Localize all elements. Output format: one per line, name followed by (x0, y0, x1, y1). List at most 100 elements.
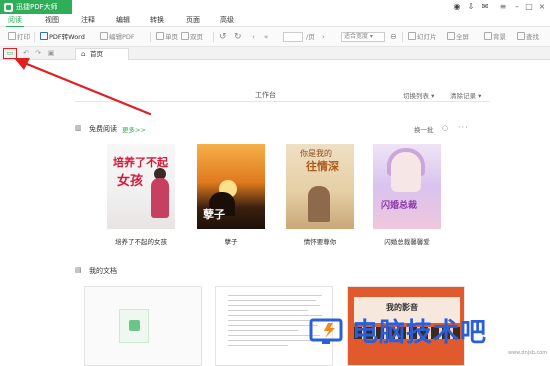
divider (150, 32, 151, 42)
menu-advanced[interactable]: 高级 (217, 14, 237, 27)
menu-annotate[interactable]: 注释 (78, 14, 98, 27)
menu-edit[interactable]: 编辑 (113, 14, 133, 27)
title-bar: 迅捷PDF大师 ◉ ⇩ ✉ ≡ – □ × (0, 0, 550, 14)
menu-page[interactable]: 页面 (183, 14, 203, 27)
toolbar: 打印 PDF转Word 编辑PDF 单页 双页 ↺ ↻ ‹ « /页 › 适合宽… (0, 27, 550, 47)
text-line (228, 325, 318, 326)
text-line (228, 345, 288, 346)
save-icon[interactable]: ▣ (46, 49, 56, 58)
close-icon[interactable]: × (535, 0, 549, 14)
book-title[interactable]: 孽子 (181, 236, 281, 246)
my-docs-title: 我的文档 (89, 267, 117, 275)
download-icon[interactable]: ⇩ (466, 2, 476, 12)
tab-strip: ▭ ↶ ↷ ▣ ⌂ 首页 (0, 47, 550, 60)
edit-pdf-button[interactable]: 编辑PDF (100, 32, 135, 42)
tab-home[interactable]: ⌂ 首页 (75, 48, 129, 60)
find-button[interactable]: 查找 (517, 32, 539, 42)
annotation-highlight-box (3, 48, 17, 59)
background-icon (484, 32, 492, 40)
document-thumbnail[interactable] (84, 286, 202, 366)
fullscreen-icon (447, 32, 455, 40)
clear-recent-button[interactable]: 清除记录 ▾ (450, 90, 481, 100)
rotate-right-icon[interactable]: ↻ (234, 32, 242, 42)
app-title: 迅捷PDF大师 (16, 3, 58, 11)
watermark-text: 电脑技术吧 (352, 318, 488, 348)
page-number-input[interactable] (283, 32, 303, 42)
cover-illustration (308, 186, 330, 222)
divider (213, 32, 214, 42)
redo-icon[interactable]: ↷ (33, 49, 43, 58)
app-logo-icon (4, 3, 13, 12)
menu-read[interactable]: 阅读 (4, 14, 26, 27)
divider (75, 101, 490, 102)
user-icon[interactable]: ◉ (452, 2, 462, 12)
page-total: /页 (306, 33, 315, 41)
cover-title: 孽子 (203, 208, 225, 221)
text-line (228, 295, 322, 296)
book-title[interactable]: 培养了不起的女孩 (91, 236, 191, 246)
book-cover[interactable]: 培养了不起 女孩 (107, 144, 175, 229)
cover-title: 女孩 (117, 174, 144, 189)
menu-bar: 阅读 视图 注释 编辑 转换 页面 高级 (0, 14, 550, 27)
find-icon (517, 32, 525, 40)
undo-icon[interactable]: ↶ (21, 49, 31, 58)
fullscreen-button[interactable]: 全屏 (447, 32, 469, 42)
double-page-icon (181, 32, 189, 40)
cover-illustration (391, 152, 421, 192)
first-page-icon[interactable]: « (264, 32, 268, 42)
rotate-left-icon[interactable]: ↺ (219, 32, 227, 42)
background-button[interactable]: 背景 (484, 32, 506, 42)
book-title[interactable]: 闪婚总裁馨馨爱 (357, 236, 457, 246)
text-line (228, 300, 316, 301)
text-line (228, 310, 308, 311)
menu-view[interactable]: 视图 (42, 14, 62, 27)
tab-home-label: 首页 (90, 50, 103, 58)
menu-icon[interactable]: ≡ (496, 0, 510, 14)
switch-list-button[interactable]: 切换列表 ▾ (403, 90, 434, 100)
pdf-to-word-button[interactable]: PDF转Word (40, 32, 85, 42)
swap-batch-button[interactable]: 换一批 (414, 124, 434, 134)
app-tab[interactable]: 迅捷PDF大师 (0, 0, 72, 14)
more-options-icon[interactable]: ··· (458, 123, 469, 132)
book-icon: ▥ (75, 124, 82, 132)
edit-icon (100, 32, 108, 40)
folder-icon: ▤ (75, 266, 82, 274)
cover-title: 闪婚总裁 (381, 201, 418, 211)
zoom-out-icon[interactable]: ⊖ (390, 32, 397, 42)
text-line (228, 335, 320, 336)
divider (402, 32, 403, 42)
workbench-title: 工作台 (255, 91, 276, 99)
document-preview (119, 309, 149, 343)
text-line (228, 315, 322, 316)
text-line (228, 320, 314, 321)
double-page-button[interactable]: 双页 (181, 32, 203, 42)
watermark-logo-icon (309, 318, 343, 344)
book-cover[interactable]: 闪婚总裁 (373, 144, 441, 229)
cover-illustration (151, 178, 169, 218)
text-line (228, 305, 320, 306)
print-button[interactable]: 打印 (8, 32, 30, 42)
print-icon (8, 32, 16, 40)
book-title[interactable]: 情怀要尊你 (270, 236, 370, 246)
single-page-button[interactable]: 单页 (156, 32, 178, 42)
slideshow-icon (408, 32, 416, 40)
book-cover[interactable]: 你是我的 往情深 (286, 144, 354, 229)
menu-convert[interactable]: 转换 (147, 14, 167, 27)
single-page-icon (156, 32, 164, 40)
next-page-icon[interactable]: › (322, 32, 325, 42)
home-icon: ⌂ (81, 50, 86, 58)
free-reading-title: 免费阅读 (89, 125, 117, 133)
slideshow-button[interactable]: 幻灯片 (408, 32, 437, 42)
message-icon[interactable]: ✉ (480, 2, 490, 12)
zoom-select[interactable]: 适合宽度 ▾ (341, 32, 385, 42)
text-line (228, 340, 312, 341)
book-cover[interactable]: 孽子 (197, 144, 265, 229)
divider (34, 32, 35, 42)
watermark-url: www.dnjsb.com (508, 350, 548, 356)
refresh-icon[interactable]: ○ (442, 124, 448, 132)
maximize-icon[interactable]: □ (522, 0, 536, 14)
word-icon (40, 32, 48, 40)
more-link[interactable]: 更多>> (122, 124, 146, 134)
prev-page-icon[interactable]: ‹ (252, 32, 255, 42)
cover-title: 往情深 (306, 160, 339, 173)
